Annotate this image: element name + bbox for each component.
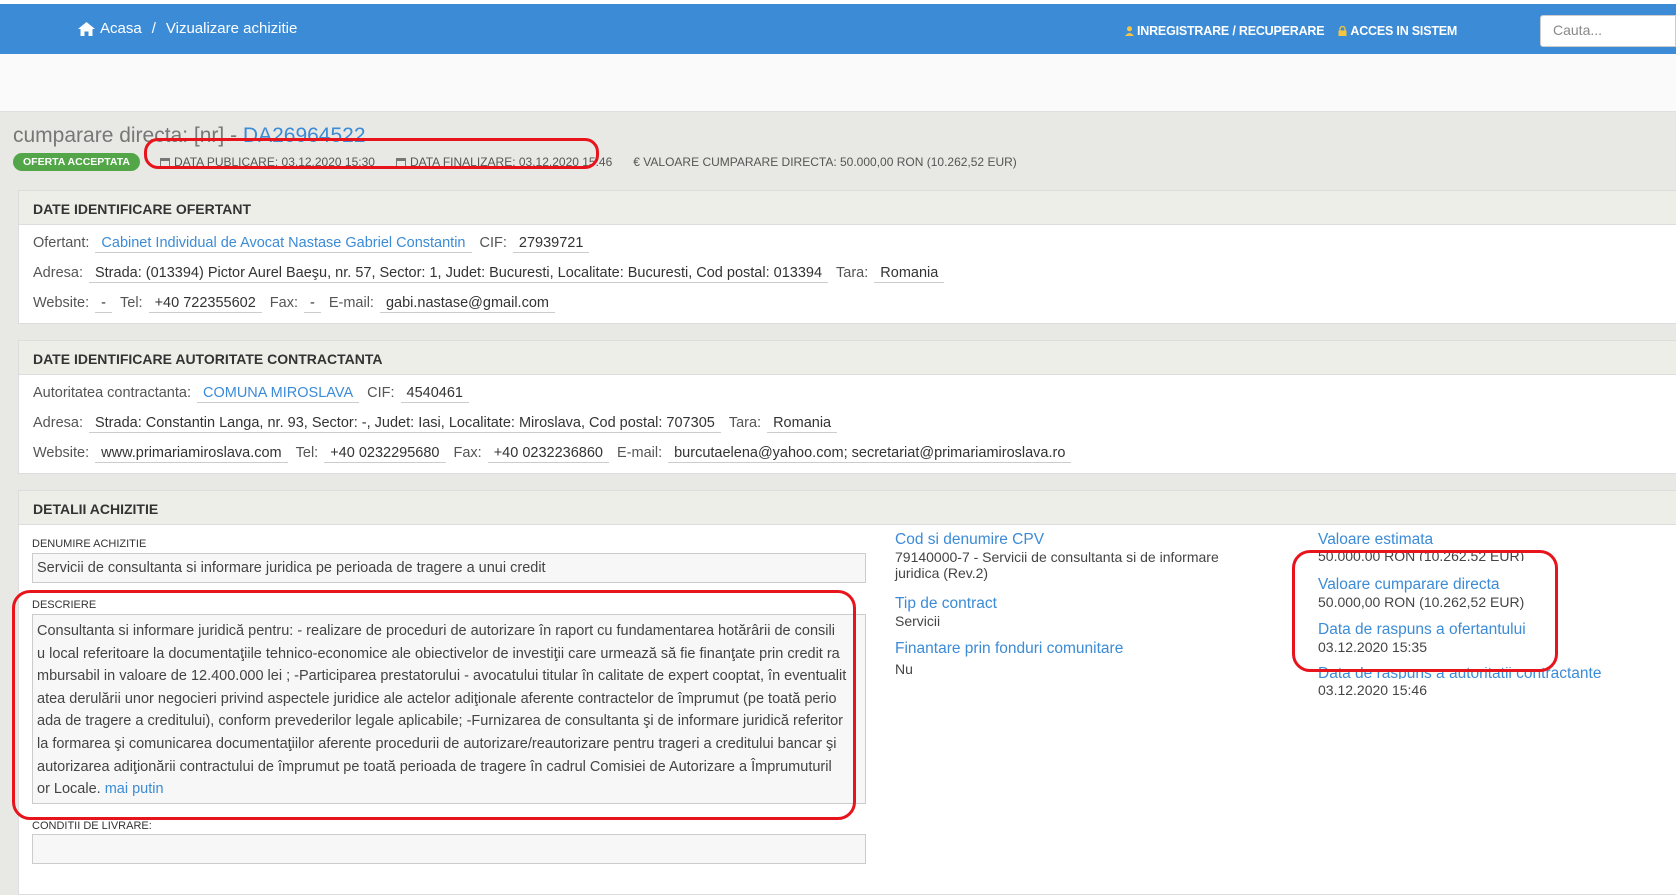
- contract-type-block: Tip de contract Servicii: [895, 595, 997, 629]
- bidder-website: -: [95, 295, 112, 313]
- user-icon: [1125, 26, 1134, 36]
- authority-card-title: DATE IDENTIFICARE AUTORITATE CONTRACTANT…: [19, 341, 1676, 375]
- breadcrumb-current: Vizualizare achizitie: [165, 20, 298, 37]
- authority-contact-row: Website: www.primariamiroslava.com Tel: …: [33, 445, 1079, 463]
- bidder-fax: -: [303, 295, 321, 313]
- bidder-name-row: Ofertant: Cabinet Individual de Avocat N…: [33, 235, 597, 253]
- bidder-card: DATE IDENTIFICARE OFERTANT Ofertant: Cab…: [18, 190, 1676, 324]
- delivery-conditions-label: CONDITII DE LIVRARE:: [32, 820, 152, 832]
- top-links: INREGISTRARE / RECUPERARE ACCES IN SISTE…: [1125, 24, 1457, 38]
- bidder-website-label: Website:: [33, 295, 90, 311]
- login-link[interactable]: ACCES IN SISTEM: [1338, 24, 1457, 38]
- breadcrumb-home-link[interactable]: Acasa: [100, 20, 142, 37]
- highlight-values: [1292, 550, 1558, 672]
- bidder-tel: +40 722355602: [148, 295, 262, 313]
- highlight-dates: [144, 138, 599, 169]
- contract-type-value: Servicii: [895, 613, 941, 629]
- status-badge: OFERTA ACCEPTATA: [13, 153, 140, 171]
- bidder-address-label: Adresa:: [33, 265, 83, 281]
- bidder-address: Strada: (013394) Pictor Aurel Baeşu, nr.…: [88, 265, 829, 283]
- authority-website: www.primariamiroslava.com: [95, 445, 288, 463]
- search-input[interactable]: Cauta...: [1540, 15, 1676, 47]
- bidder-cif: 27939721: [512, 235, 590, 253]
- authority-address-label: Adresa:: [33, 415, 83, 431]
- bidder-tel-label: Tel:: [120, 295, 143, 311]
- register-link-label: INREGISTRARE / RECUPERARE: [1137, 24, 1325, 38]
- authority-website-label: Website:: [33, 445, 90, 461]
- eu-funds-value: Nu: [895, 661, 913, 677]
- login-link-label: ACCES IN SISTEM: [1350, 24, 1458, 38]
- authority-address: Strada: Constantin Langa, nr. 93, Sector…: [88, 415, 721, 433]
- breadcrumb-separator: /: [151, 20, 156, 37]
- authority-email-label: E-mail:: [616, 445, 663, 461]
- authority-address-row: Adresa: Strada: Constantin Langa, nr. 93…: [33, 415, 845, 433]
- cpv-value-line1: 79140000-7 - Servicii de consultanta si …: [895, 549, 1219, 565]
- acquisition-details-title: DETALII ACHIZITIE: [19, 491, 1676, 525]
- lock-icon: [1338, 26, 1347, 36]
- bidder-name-link[interactable]: Cabinet Individual de Avocat Nastase Gab…: [95, 235, 472, 253]
- bidder-card-title: DATE IDENTIFICARE OFERTANT: [19, 191, 1676, 225]
- bidder-name-label: Ofertant:: [33, 235, 90, 251]
- acquisition-name-field: Servicii de consultanta si informare jur…: [32, 553, 866, 583]
- bidder-contact-row: Website: - Tel: +40 722355602 Fax: - E-m…: [33, 295, 563, 313]
- bidder-email: gabi.nastase@gmail.com: [379, 295, 555, 313]
- authority-email: burcutaelena@yahoo.com; secretariat@prim…: [668, 445, 1072, 463]
- authority-cif: 4540461: [400, 385, 469, 403]
- sub-header-strip: [0, 54, 1676, 112]
- cpv-label: Cod si denumire CPV: [895, 531, 1045, 548]
- authority-name-link[interactable]: COMUNA MIROSLAVA: [197, 385, 360, 403]
- bidder-country-label: Tara:: [836, 265, 869, 281]
- authority-tel-label: Tel:: [295, 445, 319, 461]
- authority-country-label: Tara:: [728, 415, 762, 431]
- bidder-email-label: E-mail:: [328, 295, 374, 311]
- top-navbar: Acasa / Vizualizare achizitie INREGISTRA…: [0, 4, 1676, 54]
- bidder-cif-label: CIF:: [479, 235, 507, 251]
- eu-funds-block: Finantare prin fonduri comunitare Nu: [895, 640, 1123, 677]
- authority-fax: +40 0232236860: [487, 445, 609, 463]
- authority-cif-label: CIF:: [367, 385, 395, 401]
- home-icon[interactable]: [78, 21, 95, 36]
- bidder-address-row: Adresa: Strada: (013394) Pictor Aurel Ba…: [33, 265, 952, 283]
- eu-funds-label: Finantare prin fonduri comunitare: [895, 640, 1124, 657]
- authority-card: DATE IDENTIFICARE AUTORITATE CONTRACTANT…: [18, 340, 1676, 474]
- authority-tel: +40 0232295680: [324, 445, 446, 463]
- authority-name-label: Autoritatea contractanta:: [33, 385, 191, 401]
- bidder-fax-label: Fax:: [269, 295, 298, 311]
- estimated-value-label: Valoare estimata: [1318, 531, 1434, 548]
- acquisition-name-label: DENUMIRE ACHIZITIE: [32, 538, 147, 550]
- authority-name-row: Autoritatea contractanta: COMUNA MIROSLA…: [33, 385, 477, 403]
- authority-fax-label: Fax:: [453, 445, 482, 461]
- register-link[interactable]: INREGISTRARE / RECUPERARE: [1125, 24, 1325, 38]
- authority-response-date: 03.12.2020 15:46: [1318, 682, 1427, 698]
- highlight-description: [12, 590, 856, 820]
- authority-country: Romania: [767, 415, 838, 433]
- cpv-block: Cod si denumire CPV 79140000-7 - Servici…: [895, 531, 1255, 581]
- bidder-country: Romania: [874, 265, 945, 283]
- cpv-value-line2: juridica (Rev.2): [895, 565, 989, 581]
- direct-purchase-value: € VALOARE CUMPARARE DIRECTA: 50.000,00 R…: [633, 155, 1017, 169]
- breadcrumb: Acasa / Vizualizare achizitie: [78, 20, 297, 37]
- contract-type-label: Tip de contract: [895, 595, 997, 612]
- delivery-conditions-field: [32, 834, 866, 864]
